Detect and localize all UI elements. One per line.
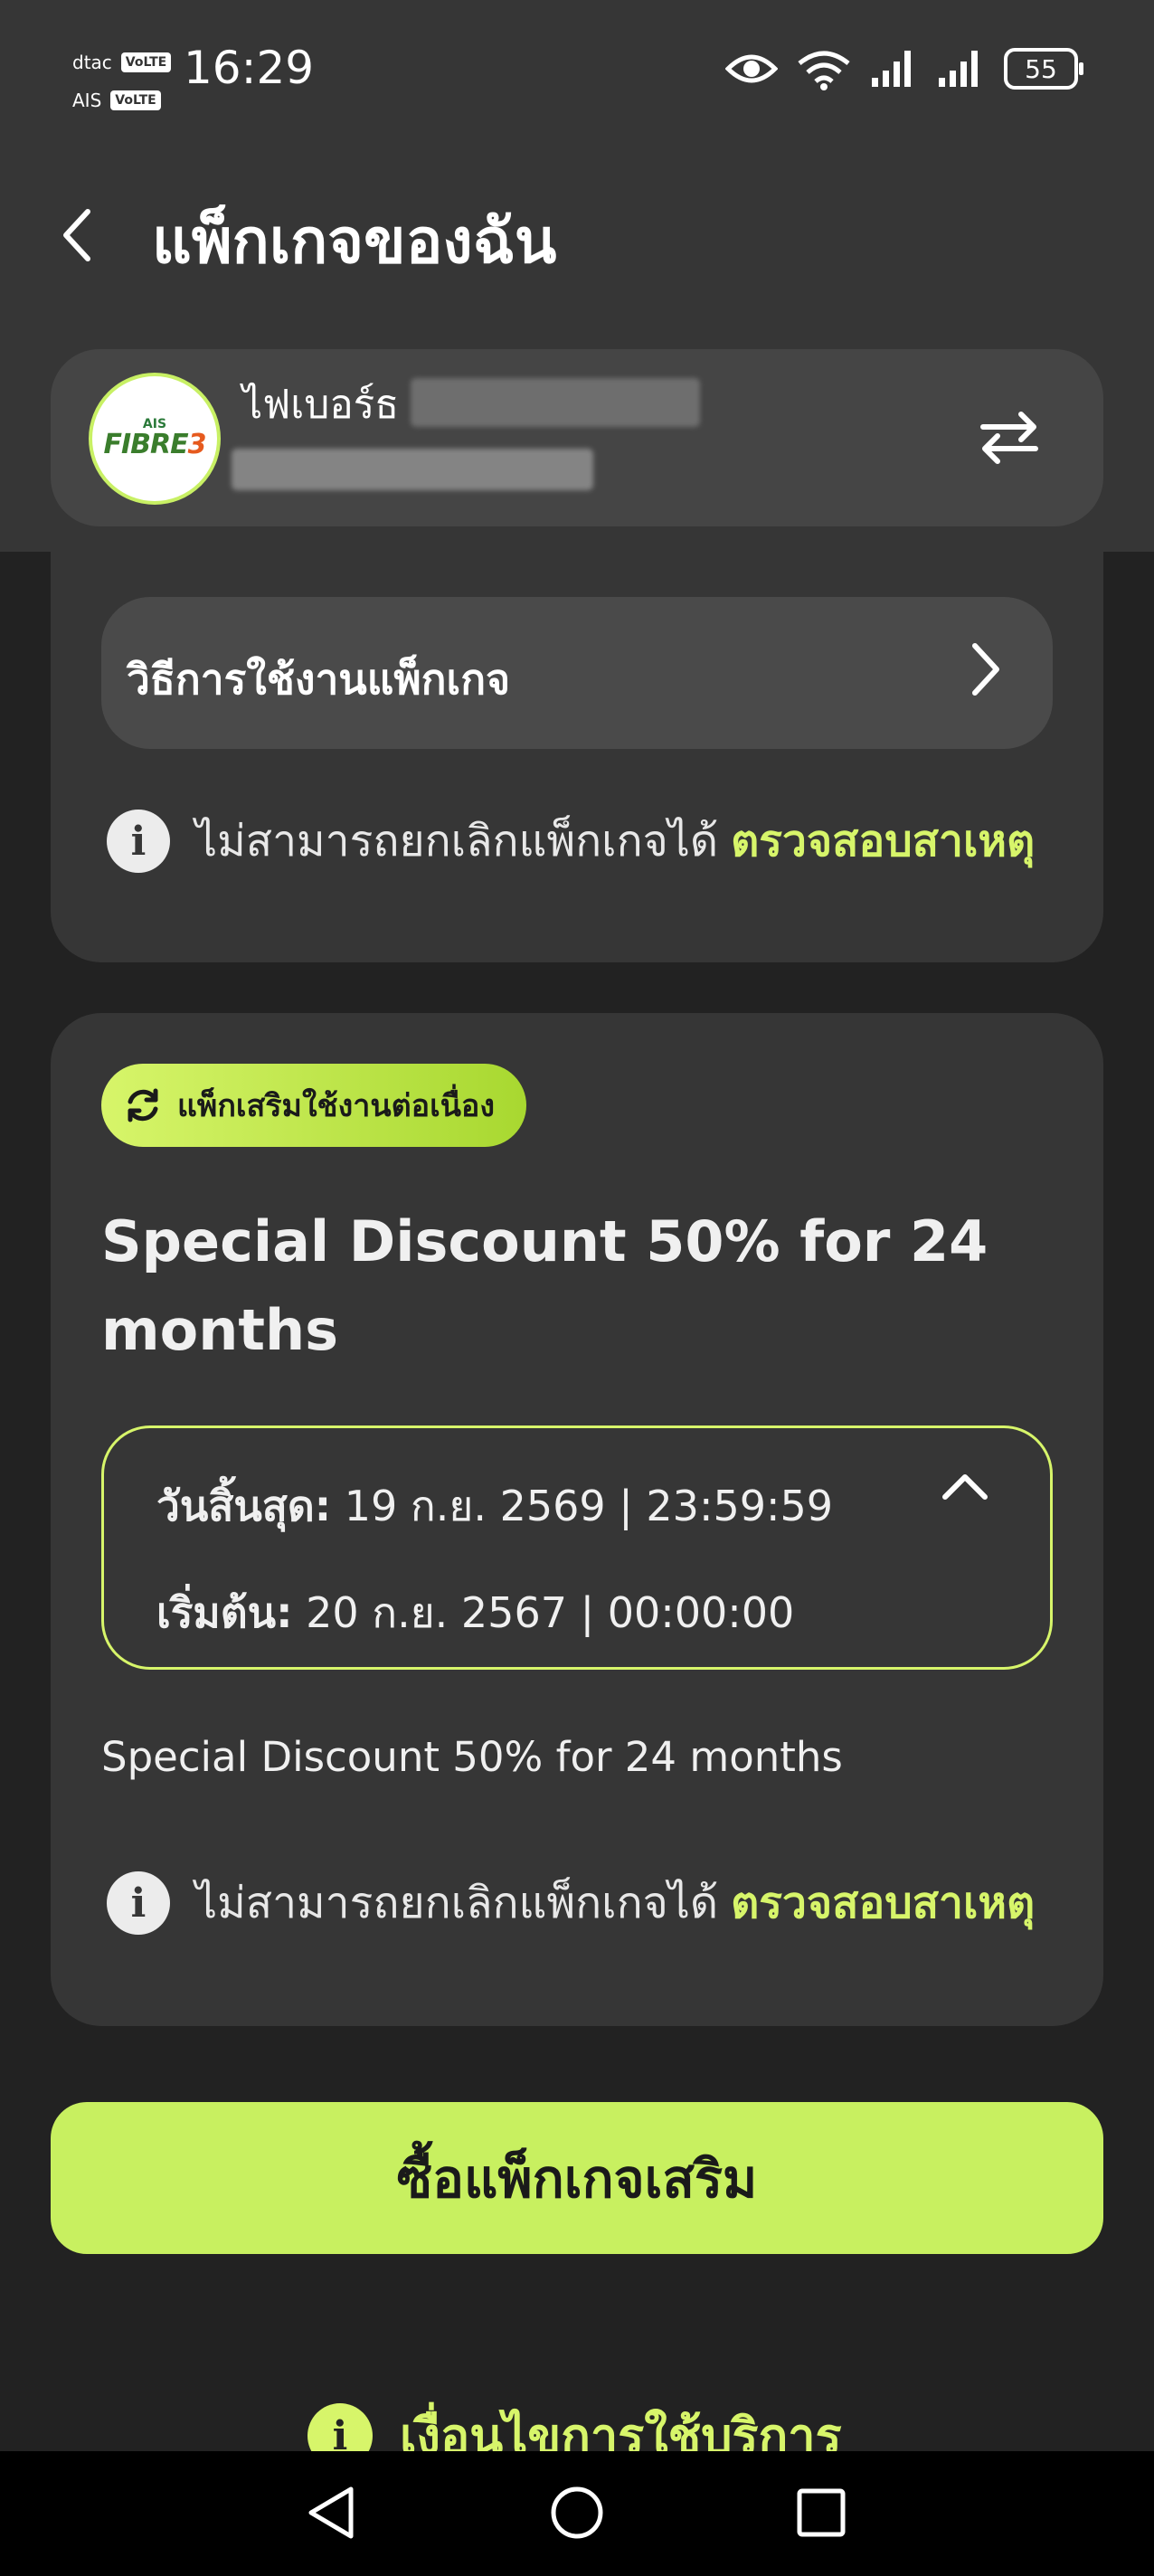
- cancel-notice: i ไม่สามารถยกเลิกแพ็กเกจได้ ตรวจสอบสาเหต…: [107, 807, 1035, 876]
- package-title: Special Discount 50% for 24 months: [101, 1208, 988, 1363]
- nav-home-button[interactable]: [541, 2477, 613, 2549]
- cancel-notice-text: ไม่สามารถยกเลิกแพ็กเกจได้: [195, 816, 719, 867]
- redacted-number: [232, 449, 593, 490]
- package-dates-panel[interactable]: วันสิ้นสุด: 19 ก.ย. 2569 | 23:59:59 เริ่…: [101, 1425, 1053, 1670]
- current-package-card: วิธีการใช้งานแพ็กเกจ i ไม่สามารถยกเลิกแพ…: [51, 488, 1103, 962]
- page-title: แพ็กเกจของฉัน: [152, 206, 557, 278]
- status-clock: 16:29: [184, 42, 315, 94]
- wifi-icon: [798, 51, 850, 90]
- swap-arrows-icon: [980, 412, 1038, 464]
- addon-cancel-notice-text: ไม่สามารถยกเลิกแพ็กเกจได้: [195, 1878, 719, 1928]
- volte-badge-2: VoLTE: [110, 90, 161, 110]
- chevron-left-icon: [63, 209, 90, 261]
- triangle-back-icon: [308, 2486, 354, 2539]
- refresh-icon: [128, 1088, 158, 1122]
- buy-addon-button[interactable]: ซื้อแพ็กเกจเสริม: [51, 2102, 1103, 2254]
- eye-icon: [725, 54, 778, 83]
- battery-indicator: 55: [1004, 48, 1083, 90]
- status-bar: dtac VoLTE AIS VoLTE 16:29 55: [0, 0, 1154, 154]
- addon-check-reason-link[interactable]: ตรวจสอบสาเหตุ: [731, 1869, 1035, 1937]
- end-date-label: วันสิ้นสุด:: [156, 1482, 332, 1530]
- logo-fibre-number: 3: [187, 429, 207, 460]
- end-date-row: วันสิ้นสุด: 19 ก.ย. 2569 | 23:59:59: [156, 1473, 833, 1539]
- fibre-logo: AIS FIBRE3: [89, 373, 221, 505]
- carrier-2-label: AIS: [72, 90, 102, 111]
- volte-badge-1: VoLTE: [120, 52, 172, 72]
- account-selector[interactable]: AIS FIBRE3 ไฟเบอร์ธ: [51, 349, 1103, 526]
- check-reason-link[interactable]: ตรวจสอบสาเหตุ: [731, 807, 1035, 876]
- redacted-name: [411, 378, 700, 427]
- start-date-label: เริ่มต้น:: [156, 1588, 293, 1637]
- info-icon: i: [107, 810, 170, 873]
- nav-recents-button[interactable]: [785, 2477, 857, 2549]
- carrier-info: dtac VoLTE AIS VoLTE: [72, 43, 172, 119]
- continuous-addon-badge: แพ็กเสริมใช้งานต่อเนื่อง: [101, 1064, 526, 1147]
- info-icon: i: [107, 1871, 170, 1935]
- logo-fibre-word: FIBRE: [103, 429, 189, 460]
- package-usage-guide-label: วิธีการใช้งานแพ็กเกจ: [127, 655, 511, 704]
- back-button[interactable]: [45, 199, 109, 271]
- square-recents-icon: [797, 2488, 846, 2537]
- chevron-up-icon[interactable]: [940, 1470, 990, 1502]
- start-date-row: เริ่มต้น: 20 ก.ย. 2567 | 00:00:00: [156, 1580, 794, 1646]
- circle-home-icon: [551, 2486, 603, 2539]
- account-name: ไฟเบอร์ธ: [242, 382, 400, 428]
- switch-account-button[interactable]: [971, 400, 1047, 476]
- system-nav-bar: [0, 2451, 1154, 2576]
- start-date-value: 20 ก.ย. 2567 | 00:00:00: [306, 1588, 795, 1637]
- signal-1-icon: [872, 51, 911, 87]
- package-description: Special Discount 50% for 24 months: [101, 1733, 843, 1781]
- signal-2-icon: [939, 51, 978, 87]
- status-icons: 55: [725, 47, 1083, 90]
- chevron-right-icon: [972, 643, 999, 696]
- addon-package-card: แพ็กเสริมใช้งานต่อเนื่อง Special Discoun…: [51, 1013, 1103, 2026]
- page-header: แพ็กเกจของฉัน AIS FIBRE3 ไฟเบอร์ธ: [0, 154, 1154, 552]
- end-date-value: 19 ก.ย. 2569 | 23:59:59: [344, 1482, 834, 1530]
- nav-back-button[interactable]: [295, 2477, 367, 2549]
- logo-fibre-text: FIBRE3: [103, 429, 207, 460]
- carrier-1-label: dtac: [72, 52, 112, 73]
- addon-cancel-notice: i ไม่สามารถยกเลิกแพ็กเกจได้ ตรวจสอบสาเหต…: [107, 1869, 1035, 1937]
- badge-label: แพ็กเสริมใช้งานต่อเนื่อง: [177, 1088, 495, 1124]
